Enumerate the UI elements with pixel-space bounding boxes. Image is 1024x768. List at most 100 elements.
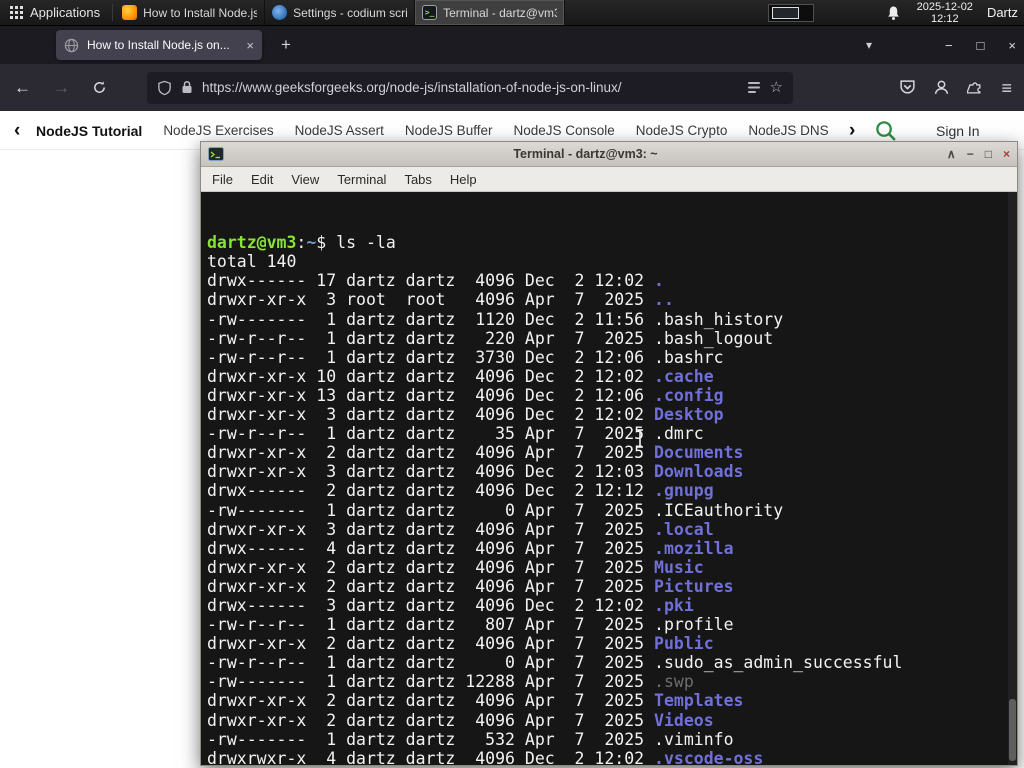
file-meta: -rw------- 1 dartz dartz 12288 Apr 7 202… — [207, 672, 655, 692]
taskbar-button-terminal[interactable]: Terminal - dartz@vm3: ~ — [415, 0, 566, 25]
account-icon[interactable] — [933, 79, 950, 96]
prompt-path: ~ — [306, 233, 317, 253]
reload-button[interactable] — [92, 80, 107, 95]
file-name: . — [654, 271, 664, 291]
terminal-menu-edit[interactable]: Edit — [251, 172, 273, 187]
terminal-shade-button[interactable]: ∧ — [947, 147, 956, 161]
terminal-output-line: drwxr-xr-x 2 dartz dartz 4096 Apr 7 2025… — [207, 443, 1017, 462]
terminal-menu-tabs[interactable]: Tabs — [404, 172, 431, 187]
terminal-output-line: drwx------ 17 dartz dartz 4096 Dec 2 12:… — [207, 271, 1017, 290]
applications-label: Applications — [30, 5, 101, 20]
prompt-user-host: dartz@vm3 — [207, 233, 297, 253]
file-meta: drwxr-xr-x 2 dartz dartz 4096 Apr 7 2025 — [207, 710, 655, 730]
hamburger-menu-icon[interactable]: ≡ — [1001, 79, 1012, 97]
bookmark-star-icon[interactable]: ☆ — [770, 80, 783, 95]
file-meta: drwxr-xr-x 3 dartz dartz 4096 Dec 2 12:0… — [207, 462, 655, 482]
terminal-output[interactable]: dartz@vm3:~$ ls -la total 140 drwx------ 1… — [201, 192, 1017, 765]
terminal-output-line: -rw-r--r-- 1 dartz dartz 807 Apr 7 2025 … — [207, 615, 1017, 634]
file-name: .gnupg — [654, 481, 714, 501]
terminal-menu-view[interactable]: View — [291, 172, 319, 187]
file-meta: drwxr-xr-x 3 dartz dartz 4096 Apr 7 2025 — [207, 519, 655, 539]
browser-tab-bar: How to Install Node.js on... × + ▾ − □ × — [0, 26, 1024, 64]
terminal-maximize-button[interactable]: □ — [985, 147, 992, 161]
file-name: .. — [654, 290, 674, 310]
window-minimize-button[interactable]: − — [945, 38, 953, 53]
window-close-button[interactable]: × — [1008, 38, 1016, 53]
taskbar-button-firefox[interactable]: How to Install Node.js o... — [115, 0, 266, 25]
terminal-scrollbar[interactable] — [1008, 192, 1017, 765]
applications-menu-button[interactable]: Applications — [0, 0, 110, 25]
url-text: https://www.geeksforgeeks.org/node-js/in… — [202, 80, 622, 95]
terminal-output-line: drwxr-xr-x 2 dartz dartz 4096 Apr 7 2025… — [207, 577, 1017, 596]
file-name: .bash_history — [654, 309, 784, 329]
window-maximize-button[interactable]: □ — [977, 38, 985, 53]
file-meta: drwxrwxr-x 4 dartz dartz 4096 Dec 2 12:0… — [207, 748, 655, 765]
reload-icon — [94, 81, 105, 93]
user-label: Dartz — [986, 5, 1018, 20]
file-name: .local — [654, 519, 714, 539]
file-meta: drwxr-xr-x 2 dartz dartz 4096 Apr 7 2025 — [207, 576, 655, 596]
file-name: .profile — [654, 615, 734, 635]
file-name: .dmrc — [654, 424, 704, 444]
terminal-output-line: -rw------- 1 dartz dartz 1120 Dec 2 11:5… — [207, 310, 1017, 329]
terminal-output-line: drwxr-xr-x 2 dartz dartz 4096 Apr 7 2025… — [207, 691, 1017, 710]
terminal-output-line: -rw-r--r-- 1 dartz dartz 0 Apr 7 2025 .s… — [207, 653, 1017, 672]
file-name: Videos — [654, 710, 714, 730]
terminal-output-line: -rw-r--r-- 1 dartz dartz 35 Apr 7 2025 .… — [207, 424, 1017, 443]
terminal-output-line: -rw------- 1 dartz dartz 12288 Apr 7 202… — [207, 672, 1017, 691]
terminal-menu-terminal[interactable]: Terminal — [337, 172, 386, 187]
terminal-menu-file[interactable]: File — [212, 172, 233, 187]
nav-item-nodejs-dns[interactable]: NodeJS DNS — [748, 123, 828, 138]
taskbar-button-settings[interactable]: Settings - codium script... — [265, 0, 416, 25]
window-task-list: How to Install Node.js o... Settings - co… — [115, 0, 566, 25]
pocket-icon[interactable] — [899, 79, 916, 96]
terminal-output-line: drwxr-xr-x 3 root root 4096 Apr 7 2025 .… — [207, 290, 1017, 309]
terminal-menu-help[interactable]: Help — [450, 172, 477, 187]
nav-item-nodejs-exercises[interactable]: NodeJS Exercises — [163, 123, 273, 138]
url-bar[interactable]: https://www.geeksforgeeks.org/node-js/in… — [147, 71, 793, 104]
settings-icon — [272, 5, 288, 20]
file-meta: drwxr-xr-x 13 dartz dartz 4096 Dec 2 12:… — [207, 385, 655, 405]
terminal-scrollbar-thumb[interactable] — [1009, 699, 1016, 761]
list-all-tabs-button[interactable]: ▾ — [866, 26, 872, 64]
nav-item-nodejs-assert[interactable]: NodeJS Assert — [295, 123, 384, 138]
nav-item-nodejs-crypto[interactable]: NodeJS Crypto — [636, 123, 728, 138]
back-button[interactable]: ← — [14, 79, 31, 96]
workspace-switcher[interactable] — [767, 3, 814, 22]
mouse-cursor-ibeam — [637, 429, 643, 448]
nav-item-nodejs-tutorial[interactable]: NodeJS Tutorial — [36, 123, 142, 139]
prompt-command: ls -la — [336, 233, 396, 253]
terminal-output-line: -rw-r--r-- 1 dartz dartz 3730 Dec 2 12:0… — [207, 348, 1017, 367]
terminal-lines: dartz@vm3:~$ ls -la total 140 drwx------ 1… — [207, 233, 1017, 765]
browser-tab[interactable]: How to Install Node.js on... × — [56, 30, 262, 60]
terminal-close-button[interactable]: × — [1003, 147, 1010, 161]
file-name: .swp — [654, 672, 694, 692]
file-name: .bashrc — [654, 347, 724, 367]
file-meta: -rw-r--r-- 1 dartz dartz 3730 Dec 2 12:0… — [207, 347, 655, 367]
extensions-puzzle-icon[interactable] — [967, 79, 984, 96]
clock[interactable]: 2025-12-02 12:12 — [917, 1, 973, 25]
terminal-window-icon — [208, 147, 224, 161]
file-name: Downloads — [654, 462, 744, 482]
file-name: .config — [654, 385, 724, 405]
terminal-output-line: -rw------- 1 dartz dartz 0 Apr 7 2025 .I… — [207, 501, 1017, 520]
file-name: Music — [654, 557, 704, 577]
nav-item-nodejs-console[interactable]: NodeJS Console — [513, 123, 614, 138]
new-tab-button[interactable]: + — [274, 33, 298, 57]
nav-item-nodejs-buffer[interactable]: NodeJS Buffer — [405, 123, 493, 138]
tracking-shield-icon — [158, 80, 171, 95]
terminal-menubar: File Edit View Terminal Tabs Help — [201, 167, 1017, 192]
applications-grid-icon — [10, 6, 23, 19]
terminal-titlebar[interactable]: Terminal - dartz@vm3: ~ ∧ − □ × — [201, 142, 1017, 167]
file-meta: drwx------ 2 dartz dartz 4096 Dec 2 12:1… — [207, 481, 655, 501]
reader-mode-icon[interactable] — [747, 81, 761, 94]
terminal-minimize-button[interactable]: − — [967, 147, 974, 161]
terminal-output-line: drwx------ 2 dartz dartz 4096 Dec 2 12:1… — [207, 481, 1017, 500]
workspace-window — [771, 6, 799, 19]
notifications-button[interactable] — [886, 5, 901, 21]
nav-scroll-left-icon[interactable]: ‹ — [14, 111, 20, 150]
forward-button[interactable]: → — [53, 79, 70, 96]
file-name: Desktop — [654, 405, 724, 425]
search-button[interactable] — [874, 119, 897, 142]
tab-close-button[interactable]: × — [246, 38, 254, 53]
